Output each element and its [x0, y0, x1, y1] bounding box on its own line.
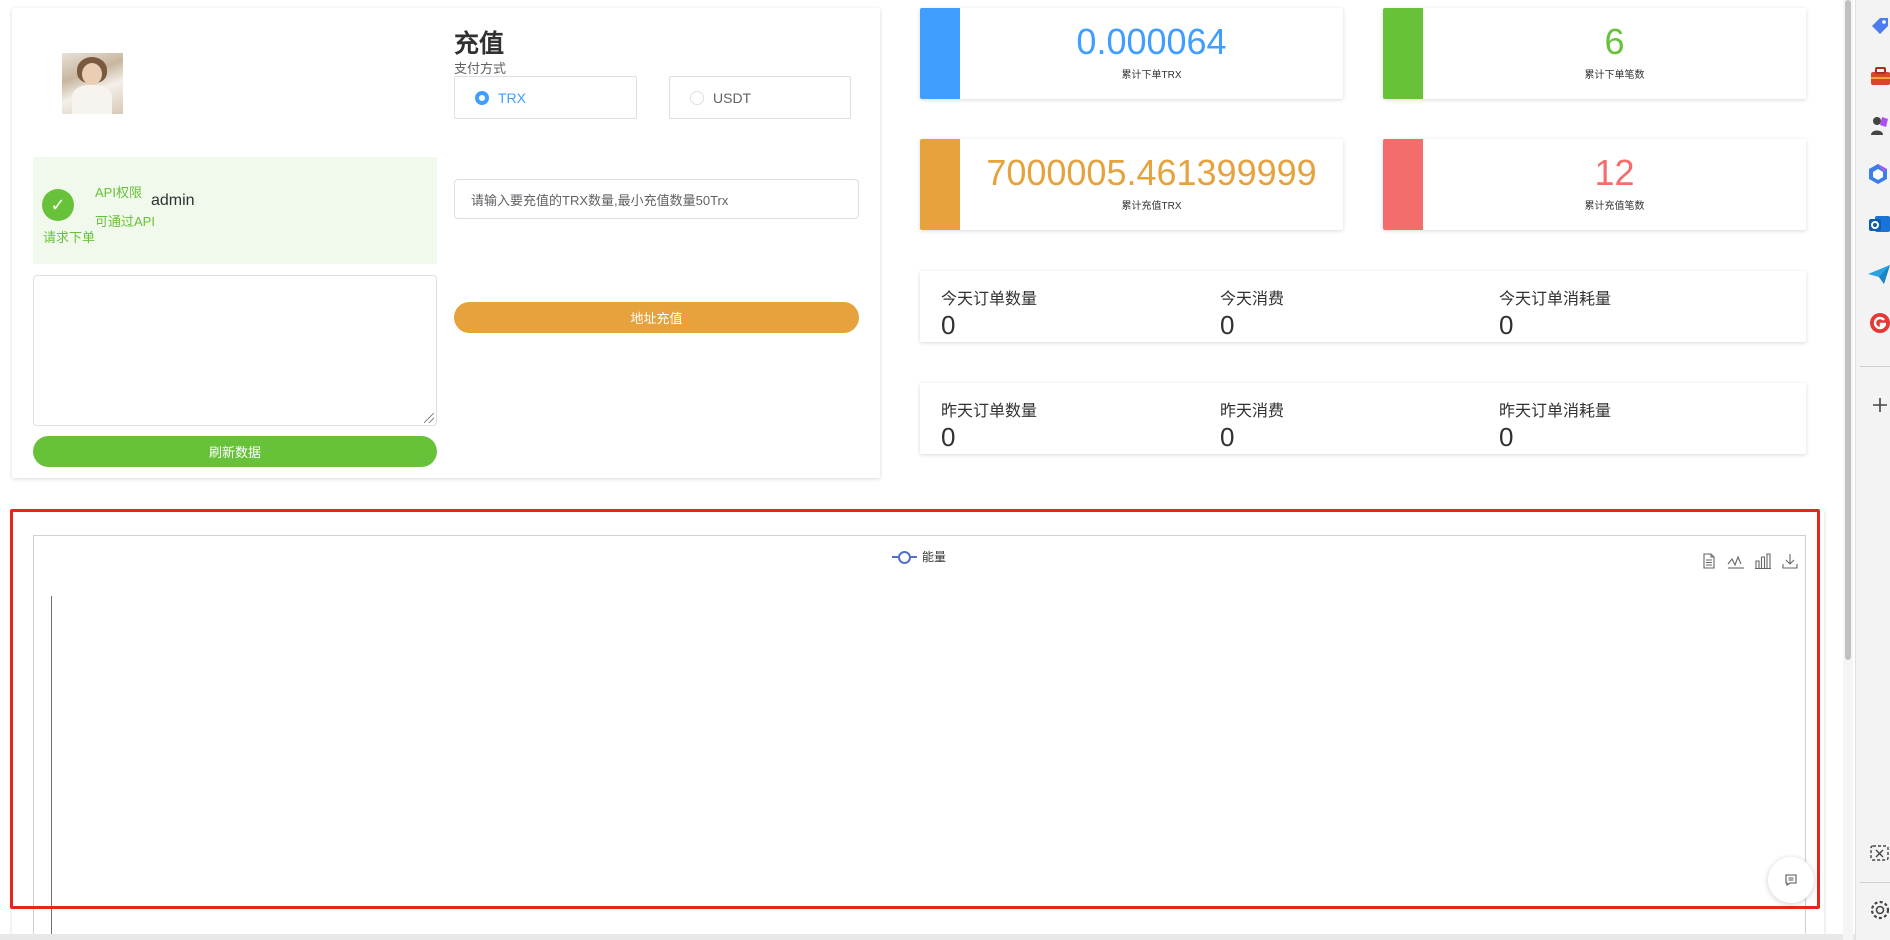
scrollbar-thumb[interactable]	[1845, 0, 1851, 660]
sidebar-divider	[1860, 366, 1890, 367]
chat-button[interactable]	[1768, 857, 1814, 903]
stat-value: 6	[1604, 21, 1625, 62]
download-icon[interactable]	[1781, 552, 1799, 570]
tag-icon[interactable]	[1866, 16, 1890, 40]
office-icon[interactable]	[1866, 162, 1890, 186]
check-icon: ✓	[42, 189, 74, 221]
yesterday-usage: 昨天订单消耗量 0	[1499, 397, 1611, 450]
add-icon[interactable]	[1866, 393, 1890, 417]
username: admin	[151, 192, 195, 209]
stat-value: 7000005.461399999	[986, 152, 1317, 193]
notes-textarea[interactable]	[33, 275, 437, 426]
yesterday-usage-value: 0	[1499, 422, 1514, 452]
today-usage: 今天订单消耗量 0	[1499, 285, 1611, 338]
outlook-icon[interactable]	[1866, 212, 1890, 236]
stat-card-recharge-count: 12 累计充值笔数	[1383, 139, 1806, 230]
payment-method-label: 支付方式	[454, 61, 507, 76]
browser-sidebar	[1855, 0, 1890, 940]
today-orders: 今天订单数量 0	[941, 285, 1037, 338]
radio-usdt[interactable]: USDT	[669, 76, 851, 119]
radio-unchecked-icon	[690, 90, 704, 105]
perm-line1: 可通过API	[95, 214, 155, 229]
address-recharge-button[interactable]: 地址充值	[454, 302, 859, 333]
recharge-amount-input[interactable]: 请输入要充值的TRX数量,最小充值数量50Trx	[454, 179, 859, 219]
perm-line2: 请求下单	[43, 230, 96, 245]
app-g-icon[interactable]	[1866, 311, 1890, 335]
screenshot-icon[interactable]	[1866, 841, 1890, 865]
toolbox-icon[interactable]	[1866, 64, 1890, 88]
stat-color-bar	[920, 139, 960, 230]
today-spend-value: 0	[1220, 310, 1235, 340]
data-view-icon[interactable]	[1700, 552, 1718, 570]
radio-trx-label: TRX	[498, 89, 526, 106]
yesterday-usage-label: 昨天订单消耗量	[1499, 403, 1612, 420]
yesterday-spend-label: 昨天消费	[1220, 403, 1285, 420]
refresh-data-button[interactable]: 刷新数据	[33, 436, 437, 467]
send-icon[interactable]	[1866, 262, 1890, 286]
today-orders-label: 今天订单数量	[941, 291, 1038, 308]
chart-legend[interactable]: 能量	[892, 548, 946, 565]
games-icon[interactable]	[1866, 113, 1890, 137]
today-spend: 今天消费 0	[1220, 285, 1284, 338]
stat-color-bar	[1383, 8, 1423, 99]
stat-card-total-orders: 6 累计下单笔数	[1383, 8, 1806, 99]
today-summary: 今天订单数量 0 今天消费 0 今天订单消耗量 0	[920, 271, 1806, 342]
chart-y-axis	[51, 596, 52, 940]
legend-label: 能量	[922, 550, 947, 564]
today-usage-label: 今天订单消耗量	[1499, 291, 1612, 308]
radio-checked-icon	[475, 90, 489, 105]
stat-card-total-recharge: 7000005.461399999 累计充值TRX	[920, 139, 1343, 230]
stat-color-bar	[1383, 139, 1423, 230]
stat-label: 累计充值TRX	[1121, 201, 1182, 212]
avatar	[62, 53, 123, 114]
today-usage-value: 0	[1499, 310, 1514, 340]
bar-chart-icon[interactable]	[1754, 552, 1772, 570]
stat-color-bar	[920, 8, 960, 99]
yesterday-orders-label: 昨天订单数量	[941, 403, 1038, 420]
yesterday-spend-value: 0	[1220, 422, 1235, 452]
today-spend-label: 今天消费	[1220, 291, 1285, 308]
page-bottom-edge	[0, 934, 1855, 940]
api-permission-box	[33, 157, 437, 264]
legend-line-icon	[892, 550, 917, 564]
yesterday-spend: 昨天消费 0	[1220, 397, 1284, 450]
yesterday-orders: 昨天订单数量 0	[941, 397, 1037, 450]
perm-title: API权限	[95, 185, 142, 200]
chat-icon	[1785, 874, 1797, 887]
stat-label: 累计充值笔数	[1584, 201, 1645, 212]
sidebar-divider	[1860, 882, 1890, 883]
radio-usdt-label: USDT	[713, 89, 752, 106]
today-orders-value: 0	[941, 310, 956, 340]
recharge-title: 充值	[454, 30, 505, 58]
resize-handle-icon[interactable]	[424, 413, 434, 423]
stat-card-total-trx: 0.000064 累计下单TRX	[920, 8, 1343, 99]
stat-value: 0.000064	[1076, 21, 1227, 62]
line-chart-icon[interactable]	[1727, 552, 1745, 570]
stat-value: 12	[1594, 152, 1635, 193]
yesterday-summary: 昨天订单数量 0 昨天消费 0 昨天订单消耗量 0	[920, 383, 1806, 454]
stat-label: 累计下单TRX	[1121, 70, 1182, 81]
energy-chart	[33, 535, 1806, 940]
radio-trx[interactable]: TRX	[454, 76, 637, 119]
settings-icon[interactable]	[1866, 898, 1890, 922]
stat-label: 累计下单笔数	[1584, 70, 1645, 81]
yesterday-orders-value: 0	[941, 422, 956, 452]
